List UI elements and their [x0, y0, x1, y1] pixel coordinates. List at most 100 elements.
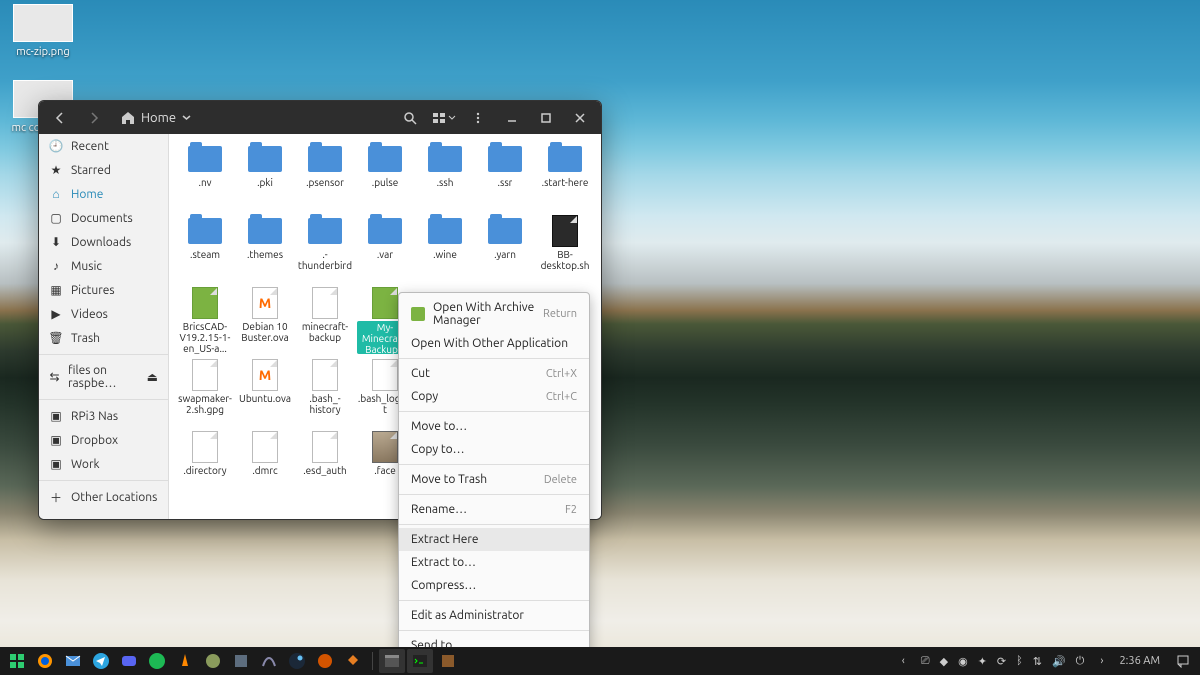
eject-icon[interactable]: ⏏ — [147, 370, 158, 384]
close-button[interactable] — [565, 105, 595, 131]
taskbar-app[interactable] — [228, 649, 254, 673]
sidebar-item-starred[interactable]: ★Starred — [39, 158, 168, 182]
search-button[interactable] — [395, 105, 425, 131]
sidebar-item-home[interactable]: ⌂Home — [39, 182, 168, 206]
taskbar-app[interactable] — [200, 649, 226, 673]
sidebar-item-work[interactable]: ▣Work — [39, 452, 168, 476]
file-item[interactable]: BricsCAD-V19.2.15-1-en_US-a... — [175, 286, 235, 356]
file-item[interactable]: Ubuntu.ova — [235, 358, 295, 428]
start-menu-button[interactable] — [4, 649, 30, 673]
dropbox-tray-icon[interactable]: ◆ — [940, 655, 948, 668]
sidebar-item-downloads[interactable]: ⬇Downloads — [39, 230, 168, 254]
sidebar-item-dropbox[interactable]: ▣Dropbox — [39, 428, 168, 452]
folder-item[interactable]: .var — [355, 214, 415, 284]
file-item[interactable]: .esd_auth — [295, 430, 355, 500]
taskbar-app-discord[interactable] — [116, 649, 142, 673]
power-tray-icon[interactable]: ⏻ — [1076, 655, 1085, 668]
clock[interactable]: 2:36 AM — [1111, 655, 1168, 667]
folder-item[interactable]: .steam — [175, 214, 235, 284]
sidebar-item-videos[interactable]: ▶Videos — [39, 302, 168, 326]
tray-collapse-button[interactable]: › — [1094, 655, 1109, 667]
titlebar[interactable]: Home — [39, 101, 601, 134]
taskbar-app-mail[interactable] — [60, 649, 86, 673]
taskbar-app-firefox[interactable] — [32, 649, 58, 673]
folder-item[interactable]: .wine — [415, 214, 475, 284]
archive-icon — [372, 287, 398, 319]
file-item[interactable]: .directory — [175, 430, 235, 500]
maximize-button[interactable] — [531, 105, 561, 131]
text-icon — [312, 431, 338, 463]
taskbar-app-vlc[interactable] — [172, 649, 198, 673]
menu-extract-here[interactable]: Extract Here — [399, 528, 589, 551]
folder-item[interactable]: .psensor — [295, 142, 355, 212]
menu-extract-to[interactable]: Extract to… — [399, 551, 589, 574]
sidebar-item-documents[interactable]: ▢Documents — [39, 206, 168, 230]
folder-item[interactable]: .-thunderbird — [295, 214, 355, 284]
forward-button[interactable] — [79, 105, 109, 131]
divider — [399, 630, 589, 631]
folder-item[interactable]: .ssh — [415, 142, 475, 212]
menu-rename[interactable]: Rename…F2 — [399, 498, 589, 521]
shield-tray-icon[interactable]: ◉ — [958, 655, 968, 668]
sidebar-item-music[interactable]: ♪Music — [39, 254, 168, 278]
taskbar-window[interactable] — [435, 649, 461, 673]
sidebar: 🕘Recent ★Starred ⌂Home ▢Documents ⬇Downl… — [39, 134, 169, 519]
folder-item[interactable]: .pulse — [355, 142, 415, 212]
folder-icon — [368, 146, 402, 172]
sidebar-item-network[interactable]: ⇆files on raspbe…⏏ — [39, 359, 168, 395]
path-bar[interactable]: Home — [113, 111, 199, 125]
file-item[interactable]: minecraft-backup — [295, 286, 355, 356]
taskbar-app[interactable] — [256, 649, 282, 673]
menu-cut[interactable]: CutCtrl+X — [399, 362, 589, 385]
bluetooth-tray-icon[interactable]: ᛒ — [1016, 655, 1023, 667]
shutter-tray-icon[interactable]: ✦ — [978, 655, 987, 668]
taskbar-window-filemanager[interactable] — [379, 649, 405, 673]
taskbar-app[interactable] — [312, 649, 338, 673]
folder-item[interactable]: .start-here — [535, 142, 595, 212]
sidebar-item-other-locations[interactable]: ＋Other Locations — [39, 485, 168, 509]
menu-open-other[interactable]: Open With Other Application — [399, 332, 589, 355]
file-item[interactable]: .dmrc — [235, 430, 295, 500]
file-item[interactable]: swapmaker-2.sh.gpg — [175, 358, 235, 428]
text-icon — [192, 431, 218, 463]
notification-button[interactable] — [1170, 649, 1196, 673]
folder-item[interactable]: .ssr — [475, 142, 535, 212]
sidebar-item-recent[interactable]: 🕘Recent — [39, 134, 168, 158]
menu-copy-to[interactable]: Copy to… — [399, 438, 589, 461]
minimize-button[interactable] — [497, 105, 527, 131]
back-button[interactable] — [45, 105, 75, 131]
update-tray-icon[interactable]: ⟳ — [997, 655, 1006, 668]
sidebar-item-rpi3[interactable]: ▣RPi3 Nas — [39, 404, 168, 428]
menu-move-to[interactable]: Move to… — [399, 415, 589, 438]
sidebar-item-trash[interactable]: 🗑Trash — [39, 326, 168, 350]
file-item[interactable]: .bash_-history — [295, 358, 355, 428]
file-item[interactable]: Debian 10 Buster.ova — [235, 286, 295, 356]
desktop-icon[interactable]: mc-zip.png — [8, 4, 78, 58]
folder-item[interactable]: .themes — [235, 214, 295, 284]
taskbar-window-terminal[interactable] — [407, 649, 433, 673]
text-icon — [312, 359, 338, 391]
view-toggle-button[interactable] — [429, 105, 459, 131]
menu-edit-admin[interactable]: Edit as Administrator — [399, 604, 589, 627]
tray-icon[interactable]: ⎚ — [921, 655, 930, 668]
folder-item[interactable]: .pki — [235, 142, 295, 212]
taskbar-app-spotify[interactable] — [144, 649, 170, 673]
sidebar-item-pictures[interactable]: ▦Pictures — [39, 278, 168, 302]
menu-copy[interactable]: CopyCtrl+C — [399, 385, 589, 408]
taskbar-app-steam[interactable] — [284, 649, 310, 673]
trash-icon: 🗑 — [49, 331, 63, 345]
plus-icon: ＋ — [49, 490, 63, 504]
menu-compress[interactable]: Compress… — [399, 574, 589, 597]
folder-item[interactable]: .nv — [175, 142, 235, 212]
hamburger-button[interactable] — [463, 105, 493, 131]
volume-tray-icon[interactable]: 🔊 — [1052, 655, 1066, 668]
folder-item[interactable]: .yarn — [475, 214, 535, 284]
tray-expand-button[interactable]: ‹ — [896, 655, 911, 667]
taskbar-app-telegram[interactable] — [88, 649, 114, 673]
taskbar-app[interactable] — [340, 649, 366, 673]
menu-open-archive[interactable]: Open With Archive ManagerReturn — [399, 296, 589, 332]
video-icon: ▶ — [49, 307, 63, 321]
menu-move-to-trash[interactable]: Move to TrashDelete — [399, 468, 589, 491]
file-item[interactable]: BB-desktop.sh — [535, 214, 595, 284]
network-tray-icon[interactable]: ⇅ — [1033, 655, 1042, 668]
